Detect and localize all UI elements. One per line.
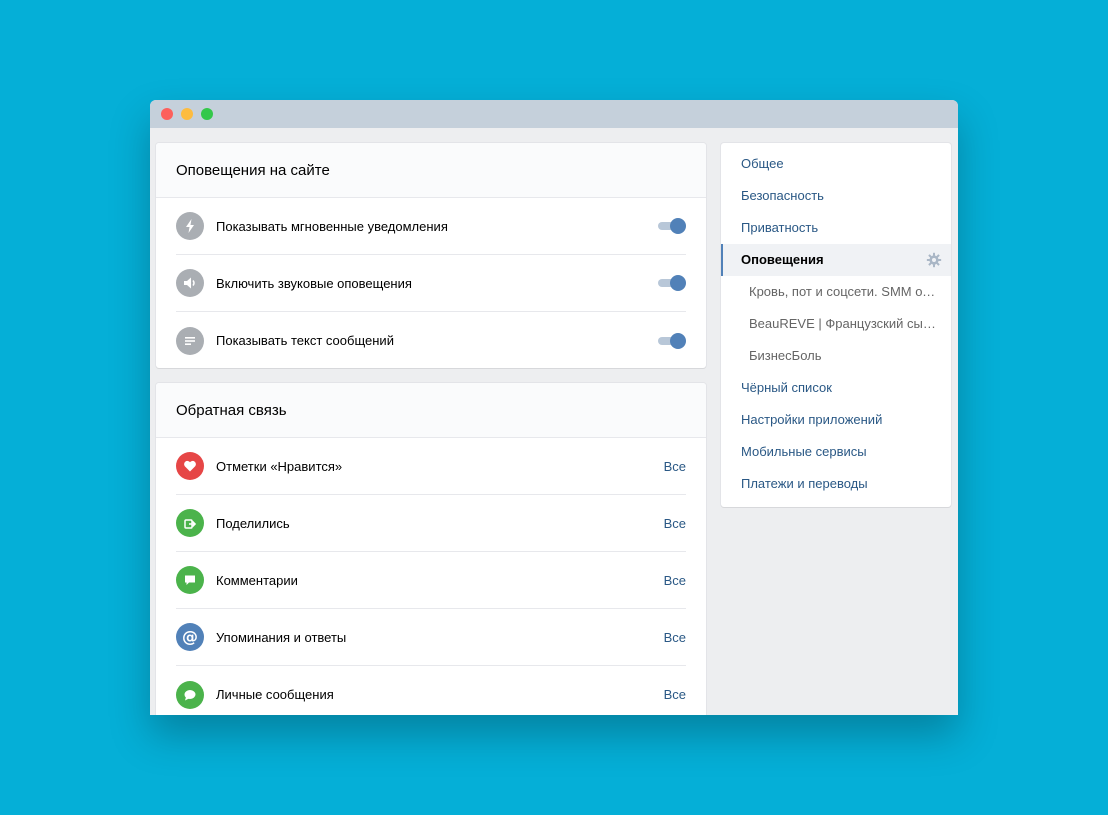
sidebar-subitem-community-1[interactable]: Кровь, пот и соцсети. SMM от ...	[721, 276, 949, 308]
site-notifications-title: Оповещения на сайте	[156, 143, 706, 198]
instant-notifications-row[interactable]: Показывать мгновенные уведомления	[176, 198, 686, 255]
text-lines-icon	[176, 326, 204, 355]
heart-icon	[176, 452, 204, 480]
comments-label: Комментарии	[216, 572, 298, 588]
comments-row[interactable]: Комментарии Все	[176, 552, 686, 609]
likes-row[interactable]: Отметки «Нравится» Все	[176, 438, 686, 495]
close-window-button[interactable]	[161, 108, 173, 120]
private-messages-label: Личные сообщения	[216, 687, 334, 702]
instant-notifications-toggle[interactable]	[658, 218, 686, 234]
message-text-row[interactable]: Показывать текст сообщений	[176, 312, 686, 368]
settings-sidebar: Общее Безопасность Приватность Оповещени…	[721, 143, 951, 507]
sidebar-item-app-settings[interactable]: Настройки приложений	[721, 404, 951, 436]
feedback-card: Обратная связь Отметки «Нравится» Все По…	[156, 383, 706, 715]
comments-value-link[interactable]: Все	[664, 573, 686, 588]
site-notifications-card: Оповещения на сайте Показывать мгновенны…	[156, 143, 706, 368]
likes-value-link[interactable]: Все	[664, 459, 686, 474]
sidebar-item-payments[interactable]: Платежи и переводы	[721, 468, 951, 500]
window-titlebar	[150, 100, 958, 128]
likes-label: Отметки «Нравится»	[216, 458, 343, 474]
message-text-toggle[interactable]	[658, 332, 686, 349]
minimize-window-button[interactable]	[181, 108, 193, 120]
mentions-row[interactable]: @ Упоминания и ответы Все	[176, 609, 686, 666]
gear-icon[interactable]	[926, 252, 942, 268]
lightning-icon	[176, 212, 204, 240]
shares-value-link[interactable]: Все	[664, 516, 686, 531]
private-messages-row[interactable]: Личные сообщения Все	[176, 666, 686, 715]
sound-notifications-row[interactable]: Включить звуковые оповещения	[176, 255, 686, 312]
sidebar-item-mobile-services[interactable]: Мобильные сервисы	[721, 436, 951, 468]
sidebar-item-notifications[interactable]: Оповещения	[721, 244, 951, 276]
mentions-value-link[interactable]: Все	[664, 630, 686, 645]
comment-icon	[176, 566, 204, 594]
sidebar-subitem-community-2[interactable]: BeauREVE | Французский сыр ...	[721, 308, 949, 340]
sidebar-item-general[interactable]: Общее	[721, 148, 951, 180]
message-icon	[176, 680, 204, 709]
speaker-icon	[176, 269, 204, 297]
sound-notifications-toggle[interactable]	[658, 275, 686, 291]
browser-window: Оповещения на сайте Показывать мгновенны…	[150, 100, 958, 715]
private-messages-value-link[interactable]: Все	[664, 687, 686, 702]
sidebar-item-privacy[interactable]: Приватность	[721, 212, 951, 244]
instant-notifications-label: Показывать мгновенные уведомления	[216, 218, 448, 234]
sound-notifications-label: Включить звуковые оповещения	[216, 275, 412, 291]
feedback-title: Обратная связь	[156, 383, 706, 438]
share-icon	[176, 509, 204, 537]
sidebar-item-blacklist[interactable]: Чёрный список	[721, 372, 951, 404]
page-content: Оповещения на сайте Показывать мгновенны…	[150, 128, 958, 715]
mentions-label: Упоминания и ответы	[216, 629, 347, 645]
at-icon: @	[176, 623, 204, 651]
sidebar-item-notifications-label: Оповещения	[741, 252, 824, 267]
shares-row[interactable]: Поделились Все	[176, 495, 686, 552]
sidebar-subitem-community-3[interactable]: БизнесБоль	[721, 340, 949, 372]
maximize-window-button[interactable]	[201, 108, 213, 120]
shares-label: Поделились	[216, 515, 290, 531]
message-text-label: Показывать текст сообщений	[216, 333, 394, 348]
sidebar-item-security[interactable]: Безопасность	[721, 180, 951, 212]
